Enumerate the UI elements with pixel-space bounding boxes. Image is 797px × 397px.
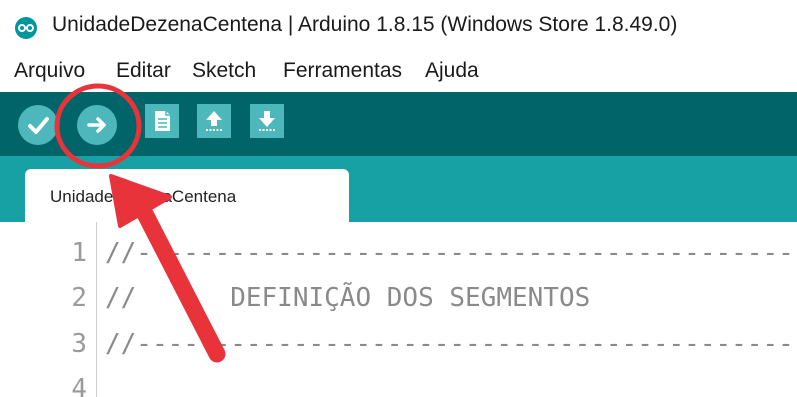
open-upload-icon: [206, 111, 222, 131]
line-number: 2: [71, 283, 87, 313]
line-code: //--------------------------------------…: [105, 238, 797, 268]
upload-arrow-icon: [87, 117, 106, 133]
code-line: 3 //------------------------------------…: [0, 325, 797, 371]
code-line: 2 // DEFINIÇÃO DOS SEGMENTOS: [0, 279, 797, 325]
tab-label: UnidadeDezenaCentena: [50, 187, 237, 206]
menu-arquivo[interactable]: Arquivo: [14, 59, 85, 83]
code-line: 4: [0, 370, 797, 397]
new-file-icon: [155, 111, 170, 131]
line-number: 4: [71, 374, 87, 397]
menu-bar: Arquivo Editar Sketch Ferramentas Ajuda: [0, 56, 797, 92]
code-editor[interactable]: 1 //------------------------------------…: [0, 222, 797, 397]
menu-editar[interactable]: Editar: [116, 59, 171, 83]
tab-bar: UnidadeDezenaCentena: [0, 156, 797, 222]
save-download-icon: [259, 111, 275, 131]
save-button[interactable]: [250, 104, 284, 138]
title-bar: UnidadeDezenaCentena | Arduino 1.8.15 (W…: [0, 0, 797, 56]
verify-check-icon: [28, 117, 49, 134]
toolbar: [0, 92, 797, 156]
line-code: //--------------------------------------…: [105, 329, 797, 359]
new-button[interactable]: [145, 104, 179, 138]
line-number: 3: [71, 329, 87, 359]
tab-unidadedezenacentena[interactable]: UnidadeDezenaCentena: [25, 169, 349, 222]
window-title: UnidadeDezenaCentena | Arduino 1.8.15 (W…: [52, 13, 678, 36]
menu-ajuda[interactable]: Ajuda: [425, 59, 479, 83]
arduino-logo-icon: [15, 17, 37, 39]
menu-sketch[interactable]: Sketch: [192, 59, 256, 83]
upload-button[interactable]: [77, 105, 117, 145]
line-number: 1: [71, 238, 87, 268]
verify-button[interactable]: [18, 105, 58, 145]
menu-ferramentas[interactable]: Ferramentas: [283, 59, 402, 83]
line-code: // DEFINIÇÃO DOS SEGMENTOS: [105, 283, 591, 313]
open-button[interactable]: [197, 104, 231, 138]
code-line: 1 //------------------------------------…: [0, 234, 797, 280]
